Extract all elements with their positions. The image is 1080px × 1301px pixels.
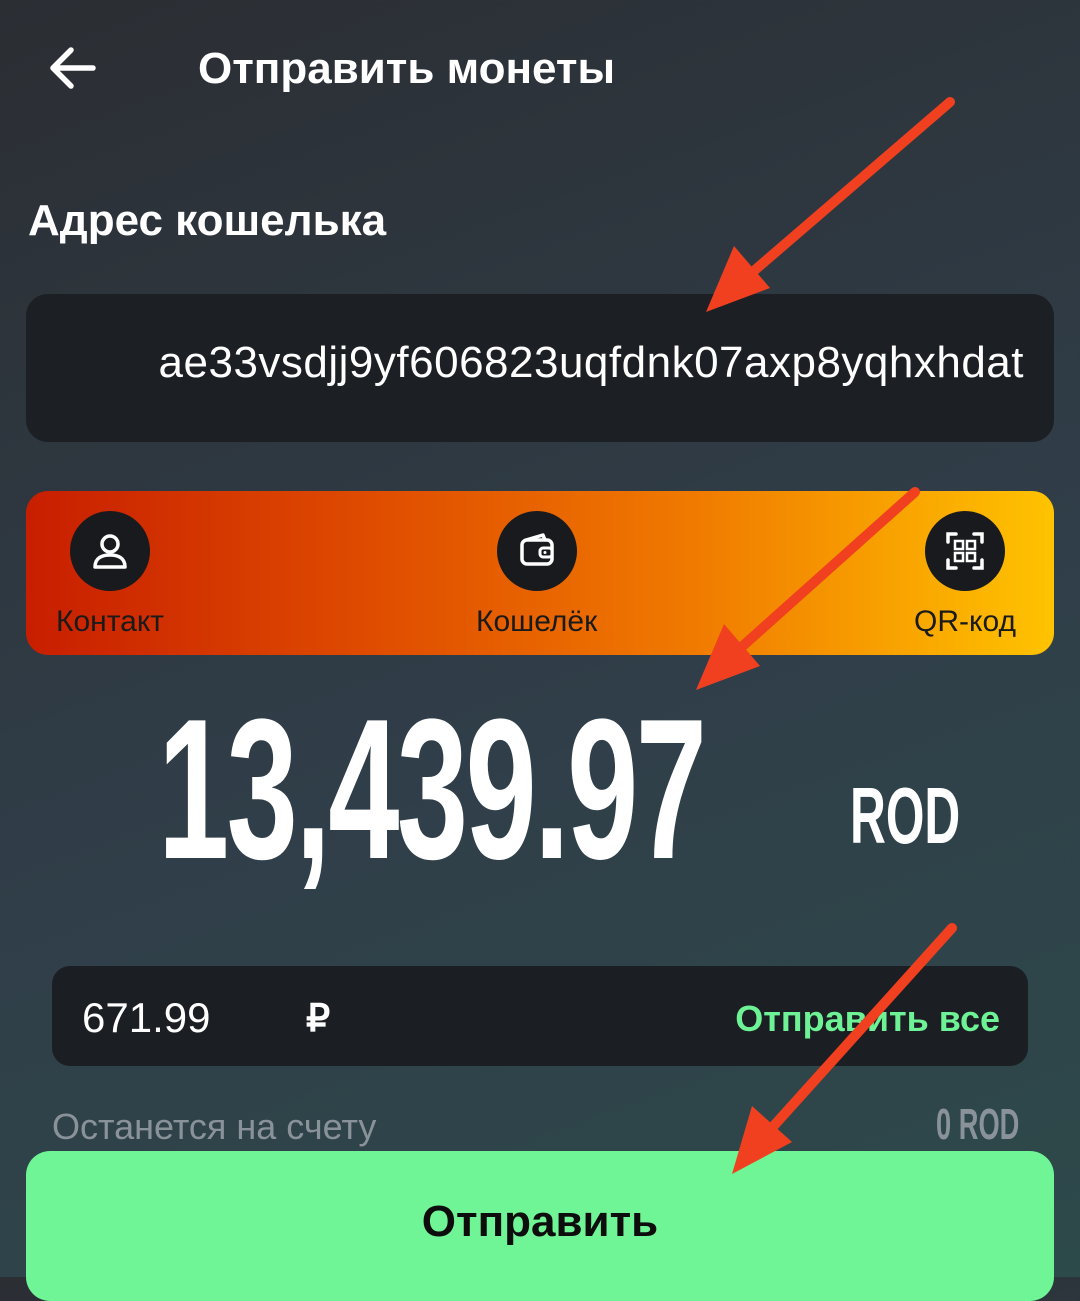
send-button[interactable]: Отправить (26, 1151, 1054, 1301)
person-icon (70, 511, 151, 591)
qr-code-icon (924, 511, 1005, 591)
contact-label: Контакт (56, 605, 165, 638)
amount-value: 13,439.97 (158, 678, 707, 901)
recipient-source-bar: Контакт Кошелёк QR-код (26, 491, 1054, 655)
ruble-symbol: ₽ (306, 998, 331, 1040)
qr-code-button[interactable]: QR-код (914, 511, 1016, 639)
fiat-amount-field[interactable]: 671.99 ₽ Отправить все (52, 966, 1028, 1066)
arrow-left-icon (50, 47, 96, 89)
page-title: Отправить монеты (198, 44, 616, 93)
wallet-address-value: ae33vsdjj9yf606823uqfdnk07axp8yqhxhdat (158, 338, 1024, 387)
wallet-label: Кошелёк (476, 605, 598, 638)
send-button-label: Отправить (421, 1197, 659, 1246)
amount-currency: ROD (850, 771, 961, 860)
header: Отправить монеты (0, 0, 1080, 140)
amount-display: 13,439.97 ROD (0, 690, 1080, 890)
wallet-button[interactable]: Кошелёк (476, 511, 597, 639)
back-button[interactable] (44, 40, 100, 96)
remaining-balance-value: 0 ROD (936, 1100, 1020, 1149)
fiat-amount-value: 671.99 (82, 994, 211, 1041)
send-all-button[interactable]: Отправить все (735, 998, 1000, 1040)
wallet-address-field[interactable]: ae33vsdjj9yf606823uqfdnk07axp8yqhxhdat (26, 294, 1054, 442)
remaining-balance-label: Останется на счету (52, 1106, 377, 1147)
wallet-icon (496, 511, 577, 591)
wallet-address-label: Адрес кошелька (28, 196, 387, 245)
contact-button[interactable]: Контакт (56, 511, 164, 639)
qr-code-label: QR-код (914, 605, 1016, 638)
